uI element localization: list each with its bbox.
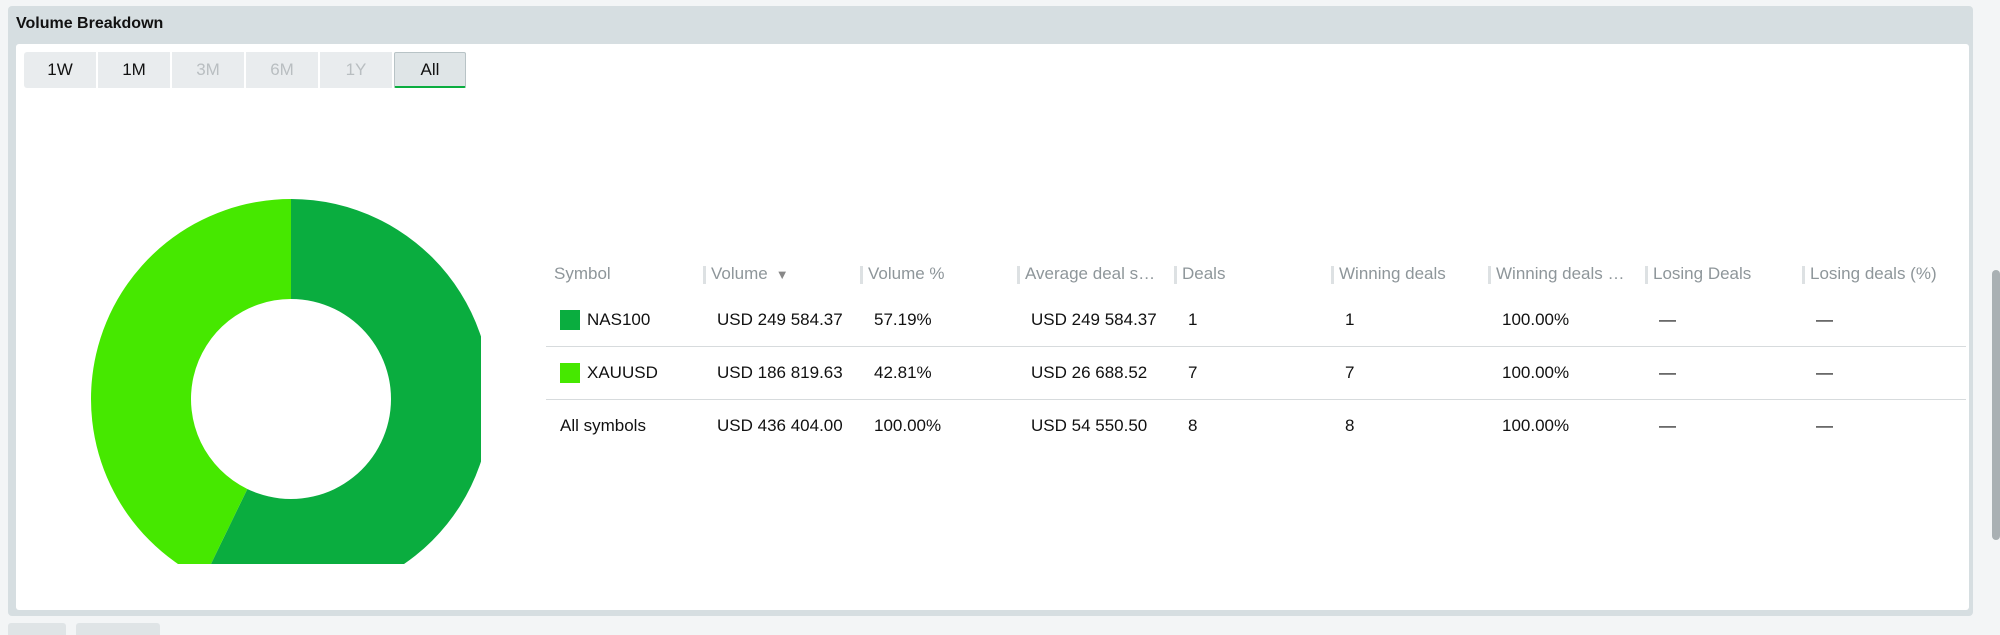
- symbol-label: NAS100: [587, 310, 651, 329]
- cell-average-deal: USD 26 688.52: [1031, 363, 1148, 382]
- cell-winning-deals: 7: [1345, 363, 1355, 382]
- sort-down-icon[interactable]: ▼: [776, 267, 789, 282]
- cell-winning-deals: 8: [1345, 416, 1355, 435]
- panel-body: 1W 1M 3M 6M 1Y All Symbol Volume ▼ Volume…: [16, 44, 1969, 610]
- cell-losing-deals: —: [1659, 363, 1676, 382]
- cell-volume: USD 249 584.37: [717, 310, 843, 329]
- volume-breakdown-panel: Volume Breakdown 1W 1M 3M 6M 1Y All Symb…: [8, 6, 1973, 616]
- cell-deals: 1: [1188, 310, 1198, 329]
- period-button-3m: 3M: [172, 52, 244, 88]
- cell-volume: USD 436 404.00: [717, 416, 843, 435]
- cell-winning-deals: 1: [1345, 310, 1355, 329]
- header-losing-deals-pct[interactable]: Losing deals (%): [1802, 264, 1959, 284]
- cell-losing-deals: —: [1659, 310, 1676, 329]
- cell-average-deal: USD 54 550.50: [1031, 416, 1148, 435]
- table-row[interactable]: NAS100 USD 249 584.37 57.19% USD 249 584…: [546, 294, 1966, 347]
- header-winning-deals[interactable]: Winning deals: [1331, 264, 1488, 284]
- header-losing-deals[interactable]: Losing Deals: [1645, 264, 1802, 284]
- cell-volume-pct: 100.00%: [874, 416, 942, 435]
- bottom-tab[interactable]: [8, 623, 66, 635]
- cell-symbol: XAUUSD: [546, 363, 703, 383]
- header-volume[interactable]: Volume ▼: [703, 264, 860, 284]
- period-selector: 1W 1M 3M 6M 1Y All: [24, 52, 466, 88]
- legend-swatch-nas100: [560, 310, 580, 330]
- cell-average-deal: USD 249 584.37: [1031, 310, 1157, 329]
- legend-swatch-xauusd: [560, 363, 580, 383]
- period-button-1y: 1Y: [320, 52, 392, 88]
- period-button-6m: 6M: [246, 52, 318, 88]
- cell-winning-pct: 100.00%: [1502, 363, 1570, 382]
- period-button-1w[interactable]: 1W: [24, 52, 96, 88]
- period-button-all[interactable]: All: [394, 52, 466, 88]
- period-button-1m[interactable]: 1M: [98, 52, 170, 88]
- header-volume-pct[interactable]: Volume %: [860, 264, 1017, 284]
- cell-deals: 8: [1188, 416, 1198, 435]
- cell-symbol: All symbols: [560, 416, 646, 435]
- cell-losing-pct: —: [1816, 416, 1833, 435]
- header-symbol[interactable]: Symbol: [546, 264, 703, 284]
- header-average-deal-size[interactable]: Average deal s…: [1017, 264, 1174, 284]
- cell-volume-pct: 57.19%: [874, 310, 932, 329]
- cell-volume-pct: 42.81%: [874, 363, 932, 382]
- header-deals[interactable]: Deals: [1174, 264, 1331, 284]
- cell-losing-pct: —: [1816, 363, 1833, 382]
- header-volume-label: Volume: [711, 264, 768, 283]
- cell-losing-deals: —: [1659, 416, 1676, 435]
- table-header: Symbol Volume ▼ Volume % Average deal s… …: [546, 254, 1966, 294]
- header-winning-deals-pct[interactable]: Winning deals …: [1488, 264, 1645, 284]
- vertical-scrollbar[interactable]: [1992, 270, 2000, 540]
- volume-donut-chart: [91, 199, 481, 564]
- cell-volume: USD 186 819.63: [717, 363, 843, 382]
- bottom-tab[interactable]: [76, 623, 160, 635]
- cell-winning-pct: 100.00%: [1502, 416, 1570, 435]
- symbol-label: XAUUSD: [587, 363, 658, 382]
- cell-symbol: NAS100: [546, 310, 703, 330]
- table-row[interactable]: XAUUSD USD 186 819.63 42.81% USD 26 688.…: [546, 347, 1966, 400]
- cell-deals: 7: [1188, 363, 1198, 382]
- cell-winning-pct: 100.00%: [1502, 310, 1570, 329]
- volume-table: Symbol Volume ▼ Volume % Average deal s… …: [546, 254, 1966, 452]
- cell-losing-pct: —: [1816, 310, 1833, 329]
- table-row-total[interactable]: All symbols USD 436 404.00 100.00% USD 5…: [546, 400, 1966, 452]
- panel-title: Volume Breakdown: [16, 15, 164, 32]
